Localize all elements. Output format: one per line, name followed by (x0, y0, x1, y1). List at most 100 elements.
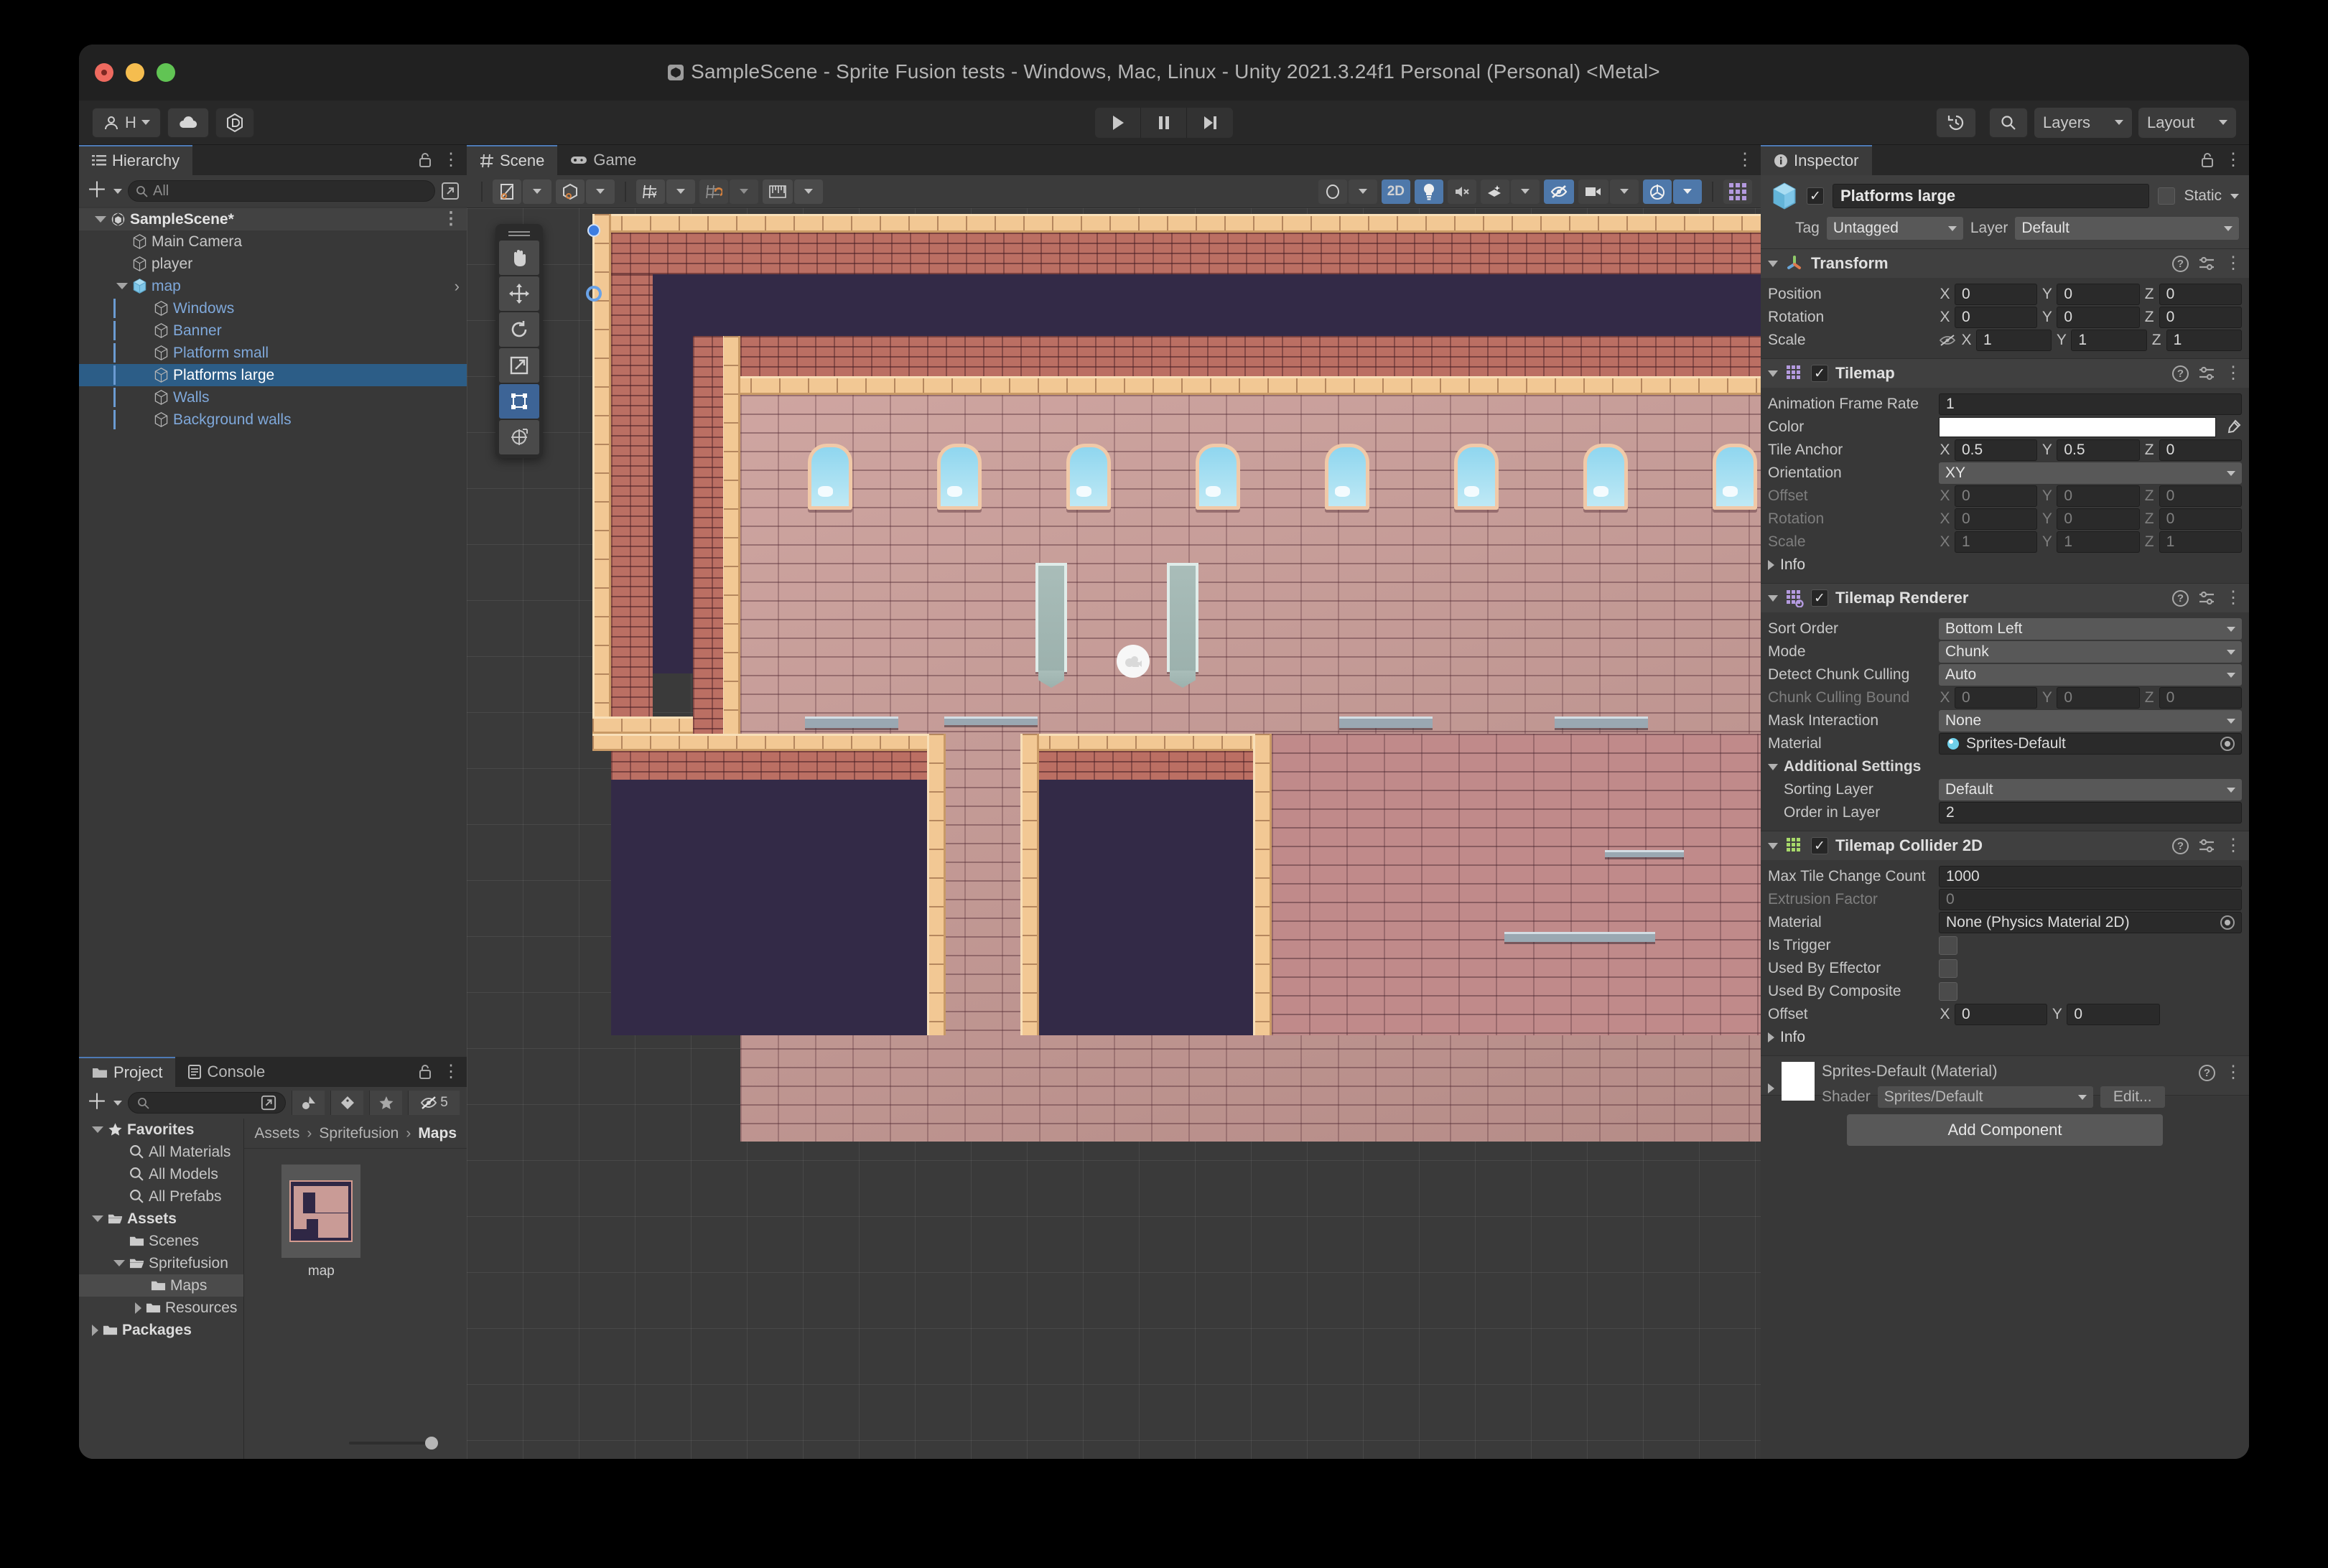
breadcrumb[interactable]: Assets › Spritefusion › Maps (244, 1119, 467, 1149)
shading-mode-icon[interactable] (493, 179, 521, 204)
collapse-arrow-icon[interactable] (1768, 594, 1778, 602)
component-menu-icon[interactable]: ⋮ (2225, 836, 2242, 854)
layout-dropdown[interactable]: Layout (2138, 107, 2236, 138)
field-input[interactable]: 1000 (1939, 866, 2242, 887)
2d3d-dropdown[interactable] (586, 179, 615, 204)
field-y[interactable]: 1 (2071, 330, 2147, 351)
rotate-tool[interactable] (499, 312, 539, 347)
expand-arrow-icon[interactable] (92, 1215, 103, 1222)
scene-menu-icon[interactable]: ⋮ (1736, 151, 1754, 169)
project-menu-icon[interactable]: ⋮ (442, 1063, 460, 1081)
field-color-swatch[interactable] (1939, 417, 2216, 437)
hierarchy-item-banner[interactable]: Banner (79, 319, 467, 342)
tab-hierarchy[interactable]: Hierarchy (79, 145, 193, 175)
chevron-down-icon[interactable] (113, 1100, 122, 1106)
project-tree-item-assets[interactable]: Assets (79, 1208, 243, 1230)
layers-dropdown[interactable]: Layers (2034, 107, 2132, 138)
hierarchy-item-map[interactable]: map › (79, 275, 467, 297)
project-tree-item-all-prefabs[interactable]: All Prefabs (79, 1185, 243, 1208)
project-tree-item-scenes[interactable]: Scenes (79, 1230, 243, 1252)
collapse-arrow-icon[interactable] (1768, 260, 1778, 267)
transform-tool[interactable] (499, 420, 539, 454)
history-button[interactable] (1936, 107, 1976, 138)
foldout-additional-settings[interactable]: Additional Settings (1768, 755, 2242, 778)
lock-icon[interactable] (418, 1064, 432, 1080)
play-button[interactable] (1095, 107, 1141, 138)
palette-drag-handle[interactable] (499, 228, 539, 239)
preset-icon[interactable] (2198, 256, 2215, 271)
tab-game[interactable]: Game (557, 145, 649, 175)
collapse-arrow-icon[interactable] (92, 1324, 98, 1336)
tab-scene[interactable]: Scene (467, 145, 558, 175)
field-dropdown[interactable]: XY (1939, 462, 2242, 484)
eyedropper-icon[interactable] (2225, 419, 2242, 436)
field-x[interactable]: 1 (1955, 531, 2038, 553)
shading-group[interactable] (1318, 179, 1377, 204)
filter-favorites-button[interactable] (369, 1091, 402, 1115)
breadcrumb-item-spritefusion[interactable]: Spritefusion (319, 1125, 399, 1142)
field-input[interactable]: 2 (1939, 802, 2242, 823)
project-tree-item-favorites[interactable]: Favorites (79, 1119, 243, 1141)
expand-arrow-icon[interactable] (1768, 1032, 1774, 1042)
field-checkbox[interactable] (1939, 959, 1957, 978)
scene-menu-icon[interactable]: ⋮ (442, 210, 460, 228)
shader-dropdown[interactable]: Sprites/Default (1877, 1086, 2093, 1108)
grid-snap-group[interactable] (699, 179, 758, 204)
camera-dropdown[interactable] (1610, 179, 1639, 204)
constrain-proportions-off-icon[interactable] (1939, 333, 1956, 347)
shading-dropdown[interactable] (1348, 179, 1377, 204)
field-x[interactable]: 0 (1955, 284, 2038, 305)
tile-palette-button[interactable] (1723, 179, 1752, 204)
add-gameobject-button[interactable]: ＋ (86, 180, 108, 202)
help-icon[interactable]: ? (2172, 589, 2189, 607)
tab-inspector[interactable]: Inspector (1761, 145, 1872, 175)
snap-increment-group[interactable] (763, 179, 823, 204)
snap-increment-dropdown[interactable] (794, 179, 823, 204)
foldout-info[interactable]: Info (1768, 554, 2242, 577)
field-dropdown[interactable]: Chunk (1939, 641, 2242, 663)
collapse-arrow-icon[interactable] (1768, 842, 1778, 849)
grid-y-icon[interactable]: Y (636, 179, 665, 204)
preset-icon[interactable] (2198, 365, 2215, 381)
camera-group[interactable] (1578, 179, 1639, 204)
inspector-menu-icon[interactable]: ⋮ (2225, 151, 2242, 169)
field-dropdown[interactable]: Auto (1939, 664, 2242, 686)
field-z[interactable]: 0 (2159, 284, 2242, 305)
field-z[interactable]: 0 (2159, 307, 2242, 328)
effects-icon[interactable] (1481, 179, 1509, 204)
create-asset-button[interactable]: ＋ (86, 1092, 108, 1114)
rect-handle-top-left[interactable] (587, 224, 600, 237)
field-dropdown[interactable]: Default (1939, 779, 2242, 801)
lock-icon[interactable] (2200, 152, 2215, 168)
help-icon[interactable]: ? (2199, 1065, 2215, 1081)
field-dropdown[interactable]: None (1939, 710, 2242, 732)
breadcrumb-item-assets[interactable]: Assets (254, 1125, 299, 1142)
ruler-icon[interactable] (763, 179, 793, 204)
field-x[interactable]: 0 (1955, 508, 2038, 530)
field-y[interactable]: 0 (2057, 284, 2140, 305)
services-button[interactable] (215, 107, 254, 138)
sphere-icon[interactable] (1318, 179, 1347, 204)
field-checkbox[interactable] (1939, 936, 1957, 955)
filter-by-label-button[interactable] (330, 1091, 363, 1115)
hierarchy-list[interactable]: SampleScene* ⋮ Main Camera player map › Window… (79, 207, 467, 1057)
add-component-button[interactable]: Add Component (1847, 1114, 2163, 1146)
field-input[interactable]: 1 (1939, 393, 2242, 415)
breadcrumb-item-maps[interactable]: Maps (418, 1125, 457, 1142)
field-dropdown[interactable]: Bottom Left (1939, 618, 2242, 640)
tab-project[interactable]: Project (79, 1057, 176, 1087)
field-y[interactable]: 0 (2057, 508, 2140, 530)
search-button[interactable] (1989, 107, 2028, 138)
field-checkbox[interactable] (1939, 982, 1957, 1001)
hierarchy-item-platform-small[interactable]: Platform small (79, 342, 467, 364)
filter-by-type-button[interactable] (292, 1091, 325, 1115)
hierarchy-item-walls[interactable]: Walls (79, 386, 467, 409)
expand-arrow-icon[interactable] (95, 216, 106, 223)
component-header[interactable]: ✓ Tilemap Collider 2D? ⋮ (1761, 831, 2249, 860)
move-tool[interactable] (499, 276, 539, 311)
tag-dropdown[interactable]: Untagged (1826, 217, 1963, 240)
project-tree-item-resources[interactable]: Resources (79, 1297, 243, 1319)
asset-grid[interactable]: map (244, 1149, 467, 1459)
project-tree-item-maps[interactable]: Maps (79, 1274, 244, 1297)
object-picker-icon[interactable] (2220, 915, 2235, 930)
